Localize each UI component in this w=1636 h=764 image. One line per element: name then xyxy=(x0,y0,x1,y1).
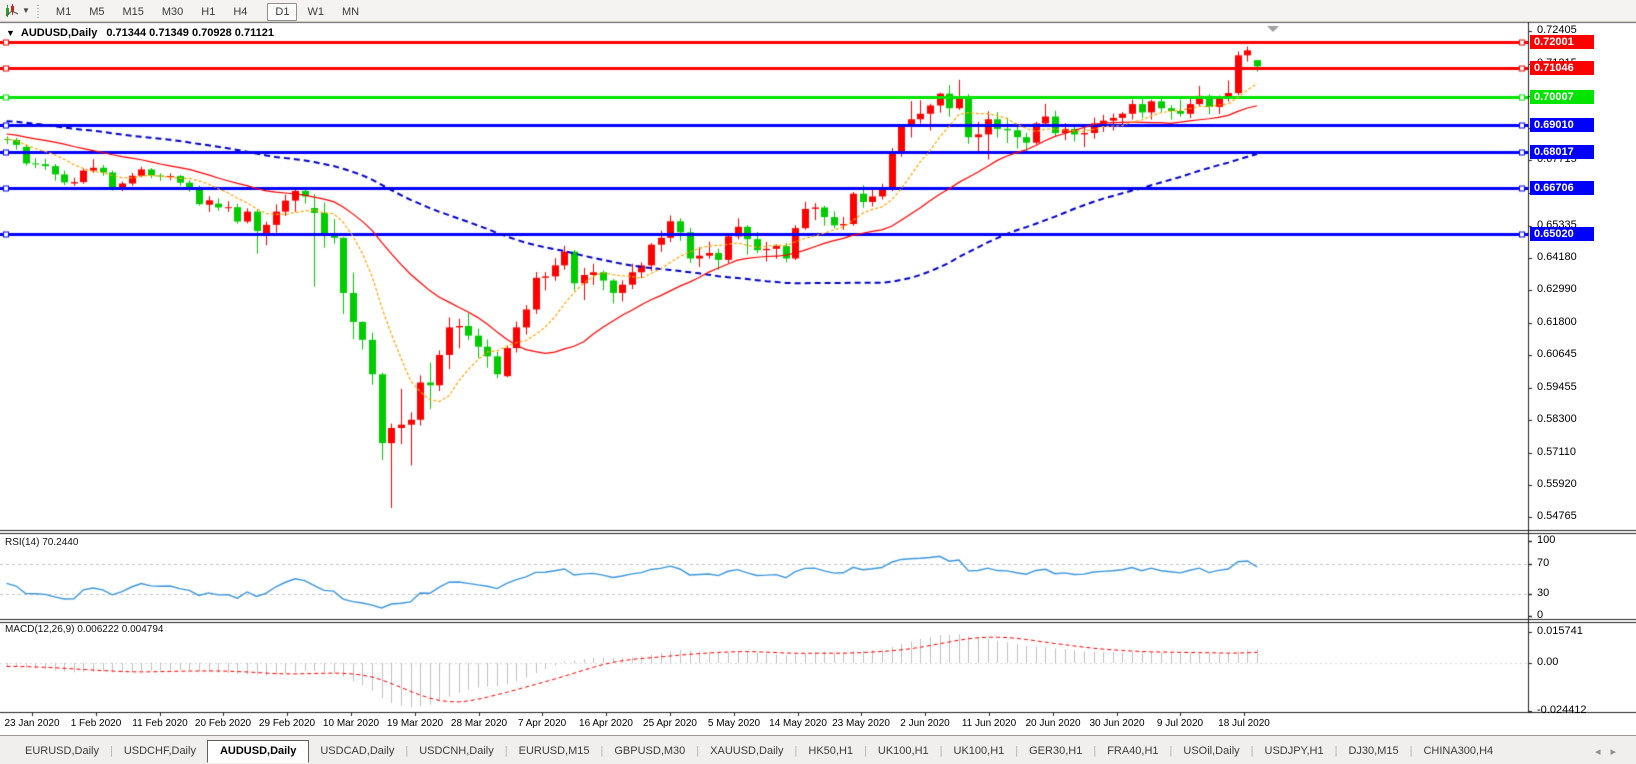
chart-tab-gbpusd-m30[interactable]: GBPUSD,M30 xyxy=(603,742,696,760)
tab-scroll-left-icon[interactable]: ◂ xyxy=(1595,746,1611,758)
chart-tabs-bar: EURUSD,Daily|USDCHF,DailyAUDUSD,DailyUSD… xyxy=(0,735,1636,764)
chart-window: ▼ AUDUSD,Daily 0.71344 0.71349 0.70928 0… xyxy=(0,22,1636,735)
toolbar-grip-handle[interactable] xyxy=(36,4,41,18)
timeframe-buttons: M1M5M15M30H1H4 D1W1MN xyxy=(47,2,368,20)
chart-tab-dj30-m15[interactable]: DJ30,M15 xyxy=(1337,742,1409,760)
chart-tab-fra40-h1[interactable]: FRA40,H1 xyxy=(1096,742,1169,760)
timeframe-button-m5[interactable]: M5 xyxy=(81,3,112,21)
timeframe-button-m1[interactable]: M1 xyxy=(48,3,79,21)
chart-tab-xauusd-daily[interactable]: XAUUSD,Daily xyxy=(699,742,794,760)
timeframe-button-d1[interactable]: D1 xyxy=(267,3,297,21)
chart-tab-usdjpy-h1[interactable]: USDJPY,H1 xyxy=(1254,742,1335,760)
chart-tab-ger30-h1[interactable]: GER30,H1 xyxy=(1018,742,1093,760)
chart-tabs: EURUSD,Daily|USDCHF,DailyAUDUSD,DailyUSD… xyxy=(14,741,1504,759)
timeframe-button-m30[interactable]: M30 xyxy=(154,3,191,21)
timeframe-button-m15[interactable]: M15 xyxy=(114,3,151,21)
timeframe-button-w1[interactable]: W1 xyxy=(299,3,332,21)
chart-tab-eurusd-m15[interactable]: EURUSD,M15 xyxy=(508,742,601,760)
chart-tool-icon[interactable] xyxy=(4,3,20,19)
timeframe-button-h1[interactable]: H1 xyxy=(193,3,223,21)
chart-tab-uk100-h1[interactable]: UK100,H1 xyxy=(867,742,940,760)
timeframe-button-h4[interactable]: H4 xyxy=(225,3,255,21)
chart-tab-usoil-daily[interactable]: USOil,Daily xyxy=(1172,742,1250,760)
price-chart-canvas[interactable] xyxy=(0,22,1636,735)
toolbar-dropdown-caret[interactable]: ▼ xyxy=(22,6,30,15)
chart-tab-usdcnh-daily[interactable]: USDCNH,Daily xyxy=(408,742,505,760)
chart-tab-hk50-h1[interactable]: HK50,H1 xyxy=(797,742,864,760)
mt4-terminal: { "toolbar": { "icon_name": "chart-tool-… xyxy=(0,0,1636,764)
timeframe-toolbar: ▼ M1M5M15M30H1H4 D1W1MN xyxy=(0,0,1636,22)
chart-tab-eurusd-daily[interactable]: EURUSD,Daily xyxy=(14,742,110,760)
tab-scroll-arrows: ◂▸ xyxy=(1595,745,1626,758)
chart-tab-usdcad-daily[interactable]: USDCAD,Daily xyxy=(309,742,405,760)
timeframe-button-mn[interactable]: MN xyxy=(334,3,367,21)
chart-tab-audusd-daily[interactable]: AUDUSD,Daily xyxy=(207,740,309,763)
chart-tab-uk100-h1[interactable]: UK100,H1 xyxy=(943,742,1016,760)
tab-scroll-right-icon[interactable]: ▸ xyxy=(1610,746,1626,758)
chart-tab-china300-h4[interactable]: CHINA300,H4 xyxy=(1412,742,1504,760)
chart-tab-usdchf-daily[interactable]: USDCHF,Daily xyxy=(113,742,207,760)
